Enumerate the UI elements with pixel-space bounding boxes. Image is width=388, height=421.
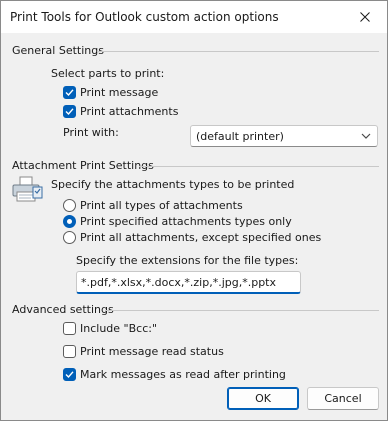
print-message-label: Print message <box>80 86 159 99</box>
printer-select[interactable]: (default printer) <box>190 125 378 147</box>
radio-specified-only[interactable] <box>63 215 76 228</box>
attachment-separator <box>139 166 379 167</box>
printer-icon <box>12 176 43 202</box>
print-with-label: Print with: <box>63 126 119 139</box>
close-icon <box>360 12 370 22</box>
ok-button[interactable]: OK <box>227 387 299 410</box>
include-bcc-label: Include "Bcc:" <box>80 322 158 335</box>
radio-all-types[interactable] <box>63 199 76 212</box>
checkmark-icon <box>65 108 74 116</box>
checkmark-icon <box>65 89 74 97</box>
ok-button-label: OK <box>255 392 271 405</box>
cancel-button[interactable]: Cancel <box>307 387 379 410</box>
window-title: Print Tools for Outlook custom action op… <box>10 10 279 24</box>
general-separator <box>97 51 379 52</box>
close-button[interactable] <box>343 1 387 33</box>
print-read-status-label: Print message read status <box>80 345 224 358</box>
print-read-status-checkbox[interactable] <box>63 345 76 358</box>
general-settings-heading: General Settings <box>12 44 104 57</box>
title-bar[interactable]: Print Tools for Outlook custom action op… <box>1 1 387 33</box>
chevron-down-icon <box>361 133 371 139</box>
radio-all-types-label: Print all types of attachments <box>80 199 243 212</box>
radio-all-except-label: Print all attachments, except specified … <box>80 231 322 244</box>
extensions-label: Specify the extensions for the file type… <box>76 254 299 267</box>
mark-as-read-label: Mark messages as read after printing <box>80 368 286 381</box>
checkmark-icon <box>65 371 74 379</box>
radio-specified-only-label: Print specified attachments types only <box>80 215 292 228</box>
specify-types-label: Specify the attachments types to be prin… <box>51 178 295 191</box>
advanced-separator <box>105 310 379 311</box>
dialog-window: Print Tools for Outlook custom action op… <box>0 0 388 421</box>
include-bcc-checkbox[interactable] <box>63 322 76 335</box>
radio-all-except[interactable] <box>63 231 76 244</box>
select-parts-label: Select parts to print: <box>51 67 165 80</box>
cancel-button-label: Cancel <box>324 392 362 405</box>
mark-as-read-checkbox[interactable] <box>63 368 76 381</box>
print-message-checkbox[interactable] <box>63 86 76 99</box>
advanced-settings-heading: Advanced settings <box>12 303 114 316</box>
print-attachments-label: Print attachments <box>80 105 179 118</box>
printer-select-value: (default printer) <box>196 130 284 143</box>
extensions-input[interactable] <box>76 271 301 294</box>
print-attachments-checkbox[interactable] <box>63 105 76 118</box>
attachment-settings-heading: Attachment Print Settings <box>12 159 154 172</box>
